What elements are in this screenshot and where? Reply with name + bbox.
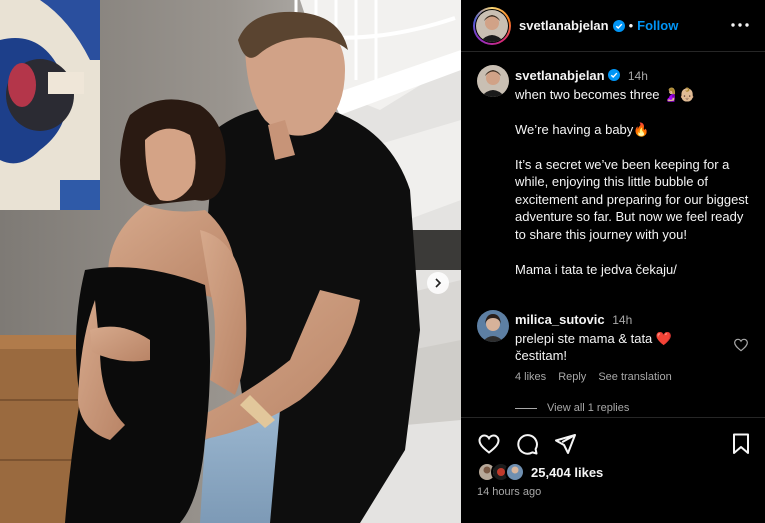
caption-line: Mama i tata te jedva čekaju/ xyxy=(515,261,677,277)
comment-text: prelepi ste mama & tata ❤️ xyxy=(515,330,673,346)
caption-avatar[interactable] xyxy=(477,65,509,97)
likes-row: 25,404 likes xyxy=(477,462,603,482)
avatar-image xyxy=(476,10,508,42)
comment-likes[interactable]: 4 likes xyxy=(515,371,546,383)
save-bookmark-icon[interactable] xyxy=(729,432,753,456)
avatar[interactable] xyxy=(476,10,508,42)
more-icon xyxy=(731,23,749,27)
comment: milica_sutovic 14h prelepi ste mama & ta… xyxy=(515,311,725,365)
post-header: svetlanabjelan • Follow xyxy=(461,0,765,52)
like-comment-heart-icon[interactable] xyxy=(733,337,749,353)
posted-time[interactable]: 14 hours ago xyxy=(477,486,541,498)
more-options-button[interactable] xyxy=(729,14,751,36)
caption-time[interactable]: 14h xyxy=(628,69,648,83)
carousel-next-button[interactable] xyxy=(427,272,449,294)
see-translation-button[interactable]: See translation xyxy=(598,371,671,383)
comment-username[interactable]: milica_sutovic xyxy=(515,312,605,327)
header-user: svetlanabjelan • Follow xyxy=(519,18,678,33)
avatar-image xyxy=(507,464,523,480)
share-paper-plane-icon[interactable] xyxy=(553,432,577,456)
post-side-panel: svetlanabjelan • Follow svetlanabjelan 1… xyxy=(461,0,765,523)
comment-time[interactable]: 14h xyxy=(612,313,632,327)
avatar-image xyxy=(477,65,509,97)
chevron-right-icon xyxy=(435,278,442,288)
story-ring[interactable] xyxy=(473,7,511,45)
comment-avatar[interactable] xyxy=(477,310,509,342)
caption: svetlanabjelan 14h when two becomes thre… xyxy=(515,67,751,278)
follow-button[interactable]: Follow xyxy=(637,18,678,33)
separator-dot: • xyxy=(628,18,634,33)
replies-divider xyxy=(515,407,537,409)
comment-actions: 4 likes Reply See translation xyxy=(515,371,672,383)
avatar-image xyxy=(477,310,509,342)
header-username[interactable]: svetlanabjelan xyxy=(519,18,609,33)
comments-scroll-area[interactable]: svetlanabjelan 14h when two becomes thre… xyxy=(461,53,765,416)
comment-bubble-icon[interactable] xyxy=(515,432,539,456)
like-heart-icon[interactable] xyxy=(477,432,501,456)
caption-username[interactable]: svetlanabjelan xyxy=(515,68,605,83)
photo-image xyxy=(0,0,461,523)
post-photo[interactable] xyxy=(0,0,461,523)
reply-button[interactable]: Reply xyxy=(558,371,586,383)
likes-count[interactable]: 25,404 likes xyxy=(531,465,603,480)
liker-avatar[interactable] xyxy=(505,462,525,482)
view-replies-button[interactable]: View all 1 replies xyxy=(515,402,629,414)
post-footer: 25,404 likes 14 hours ago xyxy=(461,417,765,523)
caption-line: We’re having a baby🔥 xyxy=(515,121,650,137)
caption-line: It’s a secret we’ve been keeping for a w… xyxy=(515,156,749,242)
verified-badge-icon xyxy=(612,19,625,32)
comment-text: čestitam! xyxy=(515,348,568,363)
action-bar xyxy=(477,432,577,456)
verified-badge-icon xyxy=(608,69,621,81)
caption-line: when two becomes three 🤰🏼👶🏼 xyxy=(515,86,696,102)
view-replies-label: View all 1 replies xyxy=(547,402,630,414)
